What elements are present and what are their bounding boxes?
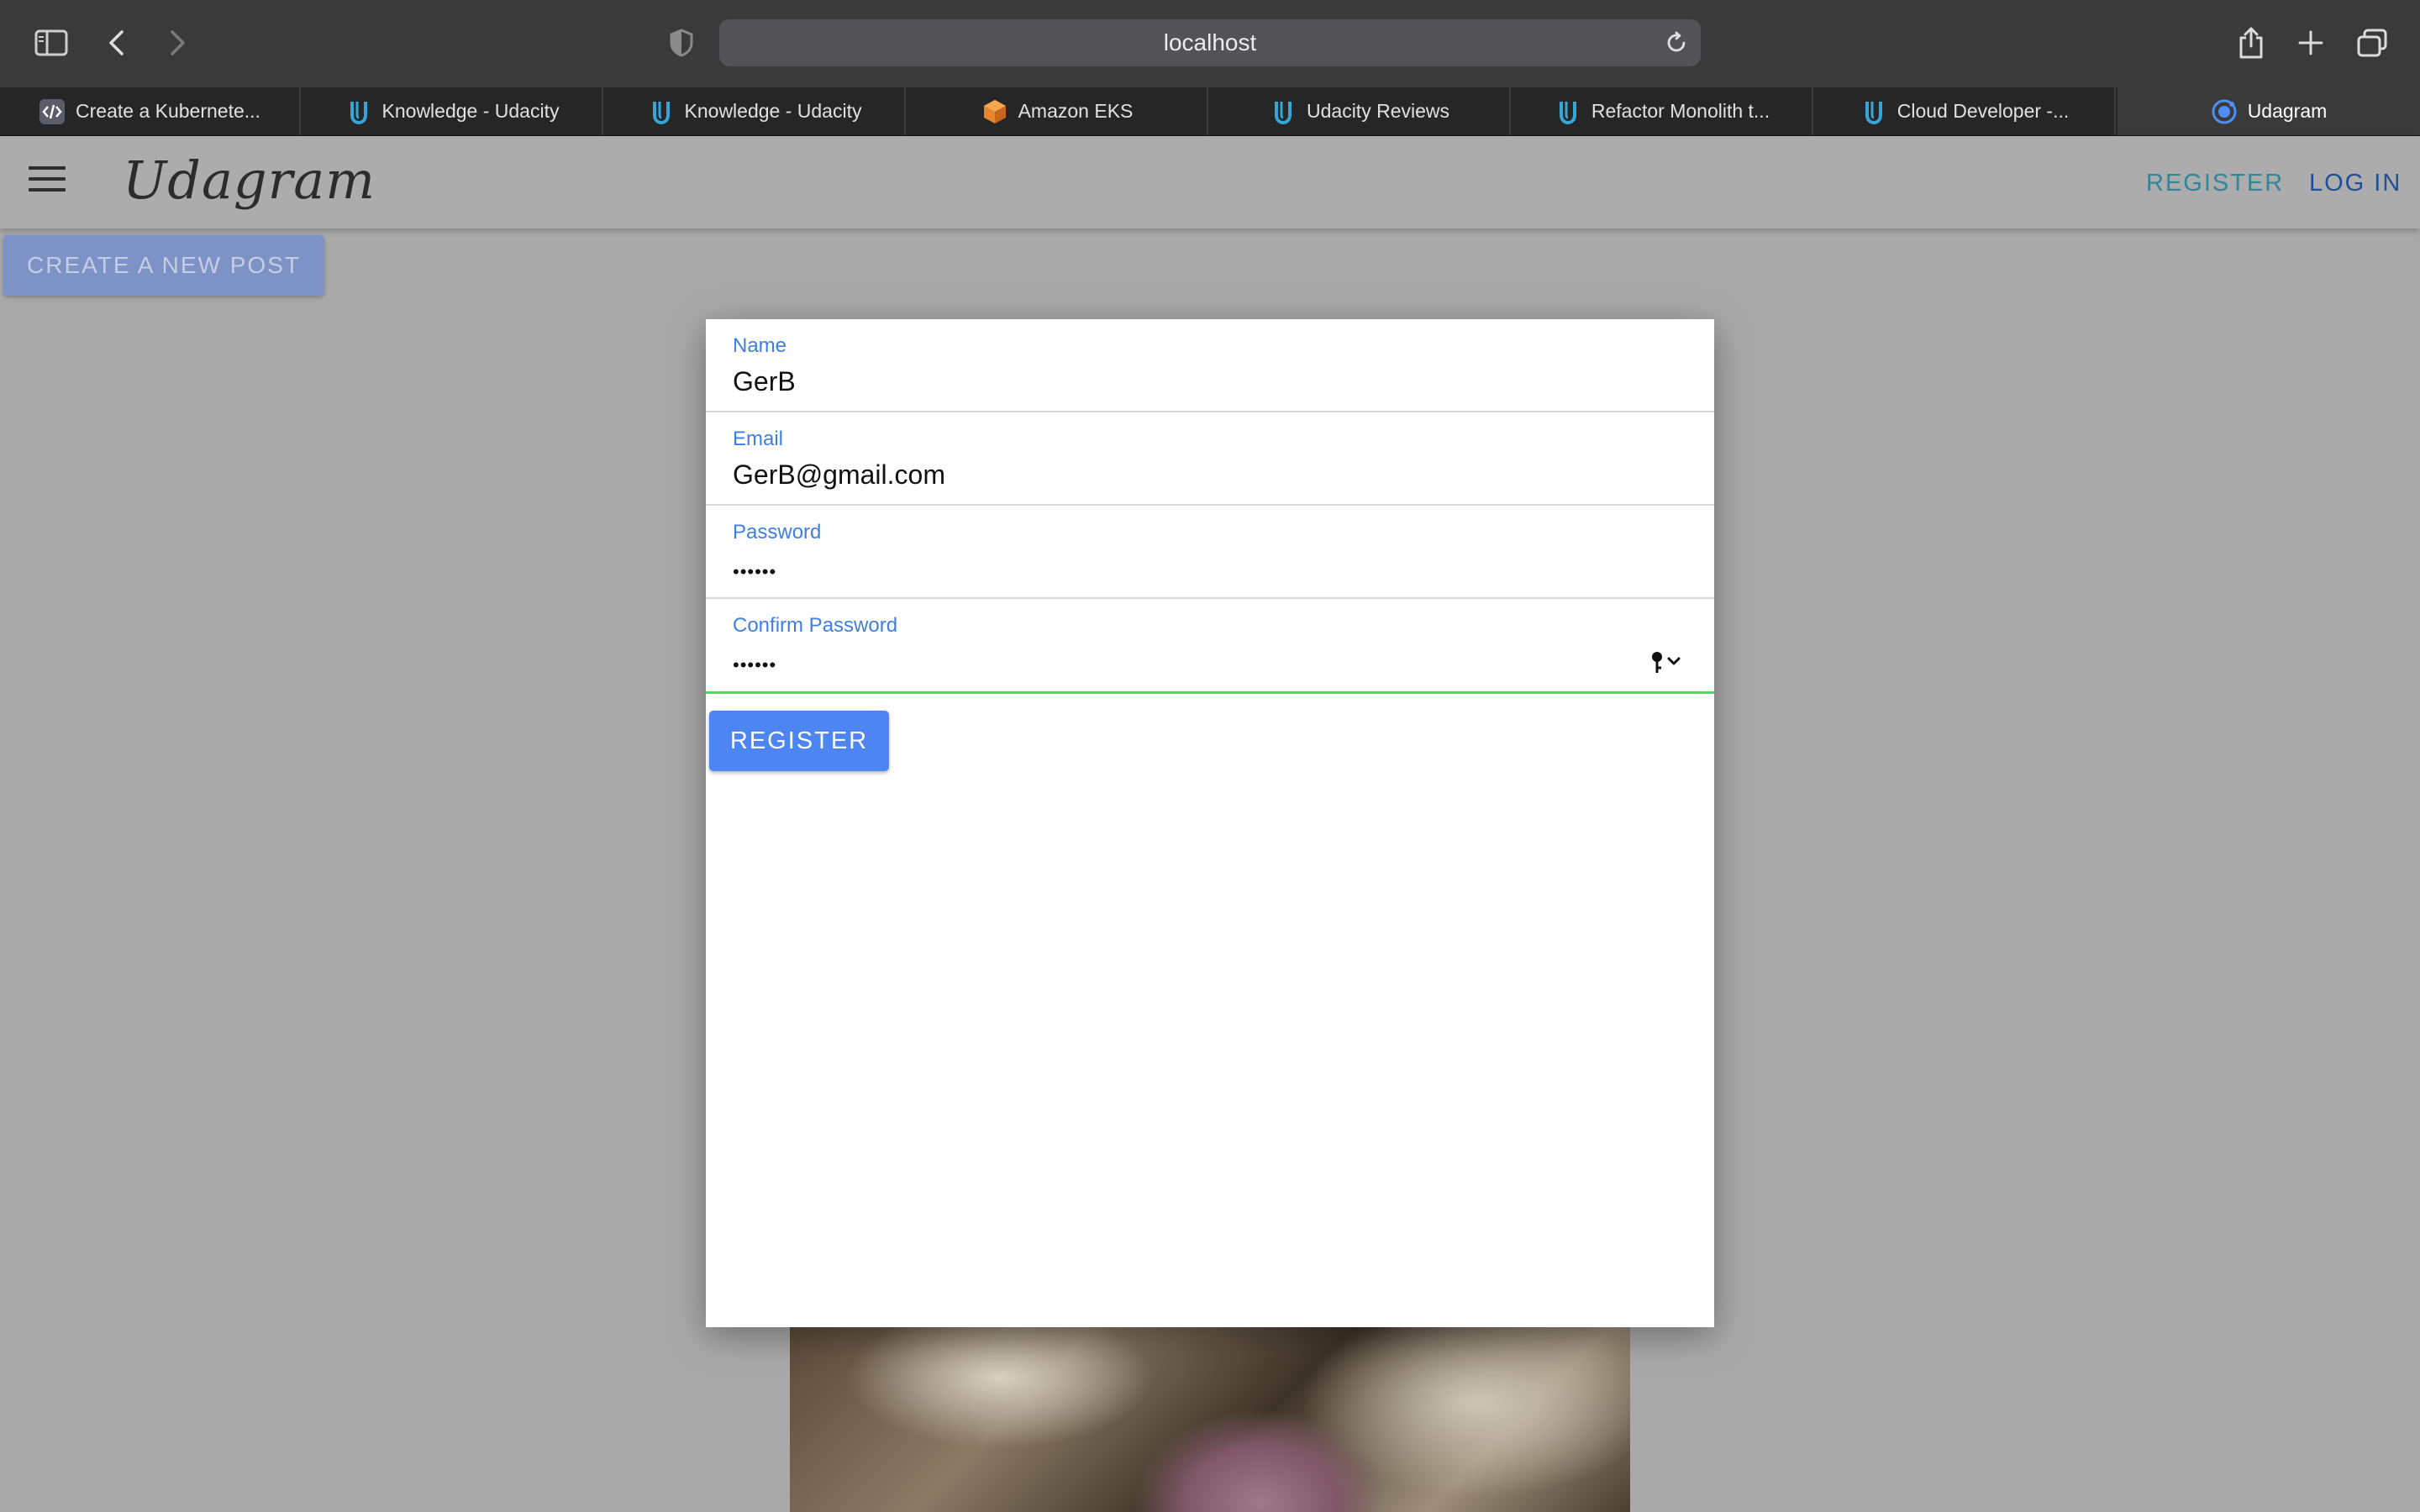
tab-overview-icon[interactable]: [2351, 22, 2393, 64]
tab-label: Knowledge - Udacity: [381, 100, 560, 122]
ionic-icon: [2211, 98, 2238, 125]
tab-udagram[interactable]: Udagram: [2118, 87, 2420, 135]
back-icon[interactable]: [96, 22, 138, 64]
app-logo: Udagram: [123, 150, 376, 211]
password-label: Password: [733, 521, 822, 543]
name-field[interactable]: Name GerB: [706, 319, 1714, 412]
share-icon[interactable]: [2230, 22, 2272, 64]
browser-toolbar: localhost: [0, 0, 2420, 88]
register-submit-button[interactable]: REGISTER: [709, 711, 889, 771]
udacity-icon: [1860, 98, 1887, 125]
tab-label: Udagram: [2247, 100, 2328, 122]
email-label: Email: [733, 428, 784, 450]
tab-label: Knowledge - Udacity: [684, 100, 862, 122]
create-post-button[interactable]: CREATE A NEW POST: [3, 235, 324, 296]
udacity-icon: [345, 98, 372, 125]
menu-icon[interactable]: [29, 166, 66, 197]
sidebar-toggle-icon[interactable]: [30, 22, 72, 64]
email-field[interactable]: Email GerB@gmail.com: [706, 412, 1714, 506]
code-icon: [39, 98, 66, 125]
tab-refactor-monolith[interactable]: Refactor Monolith t...: [1512, 87, 1813, 135]
header-login-button[interactable]: LOG IN: [2309, 170, 2402, 197]
privacy-shield-icon[interactable]: [660, 22, 702, 64]
name-label: Name: [733, 334, 787, 357]
page-viewport: Udagram REGISTER LOG IN CREATE A NEW POS…: [0, 136, 2420, 1512]
aws-cube-icon: [981, 98, 1008, 125]
confirm-password-input[interactable]: ••••••: [733, 654, 776, 676]
feed-photo: [790, 1327, 1630, 1512]
tab-cloud-developer[interactable]: Cloud Developer -...: [1815, 87, 2116, 135]
udacity-icon: [1270, 98, 1297, 125]
app-header: Udagram REGISTER LOG IN: [0, 136, 2420, 228]
confirm-password-field[interactable]: Confirm Password ••••••: [706, 599, 1714, 694]
reload-icon[interactable]: [1662, 29, 1691, 57]
tab-udacity-reviews[interactable]: Udacity Reviews: [1210, 87, 1511, 135]
tab-amazon-eks[interactable]: Amazon EKS: [908, 87, 1208, 135]
tab-label: Amazon EKS: [1018, 100, 1134, 122]
tab-knowledge-udacity-1[interactable]: Knowledge - Udacity: [302, 87, 603, 135]
address-bar[interactable]: localhost: [719, 19, 1701, 66]
tab-label: Cloud Developer -...: [1897, 100, 2070, 122]
tab-create-kubernetes[interactable]: Create a Kubernete...: [0, 87, 301, 135]
email-input[interactable]: GerB@gmail.com: [733, 459, 945, 491]
tab-bar: Create a Kubernete... Knowledge - Udacit…: [0, 87, 2420, 136]
register-modal: Name GerB Email GerB@gmail.com Password …: [706, 319, 1714, 1327]
name-input[interactable]: GerB: [733, 366, 796, 397]
udacity-icon: [1555, 98, 1581, 125]
tab-label: Create a Kubernete...: [76, 100, 260, 122]
password-field[interactable]: Password ••••••: [706, 506, 1714, 599]
password-input[interactable]: ••••••: [733, 561, 776, 583]
password-key-icon[interactable]: [1649, 649, 1686, 676]
tab-knowledge-udacity-2[interactable]: Knowledge - Udacity: [605, 87, 906, 135]
tab-label: Udacity Reviews: [1307, 100, 1449, 122]
forward-icon[interactable]: [156, 22, 198, 64]
new-tab-icon[interactable]: [2290, 22, 2332, 64]
tab-label: Refactor Monolith t...: [1591, 100, 1770, 122]
confirm-password-label: Confirm Password: [733, 614, 898, 637]
header-register-button[interactable]: REGISTER: [2146, 170, 2284, 197]
udacity-icon: [648, 98, 675, 125]
url-text: localhost: [1163, 29, 1257, 55]
